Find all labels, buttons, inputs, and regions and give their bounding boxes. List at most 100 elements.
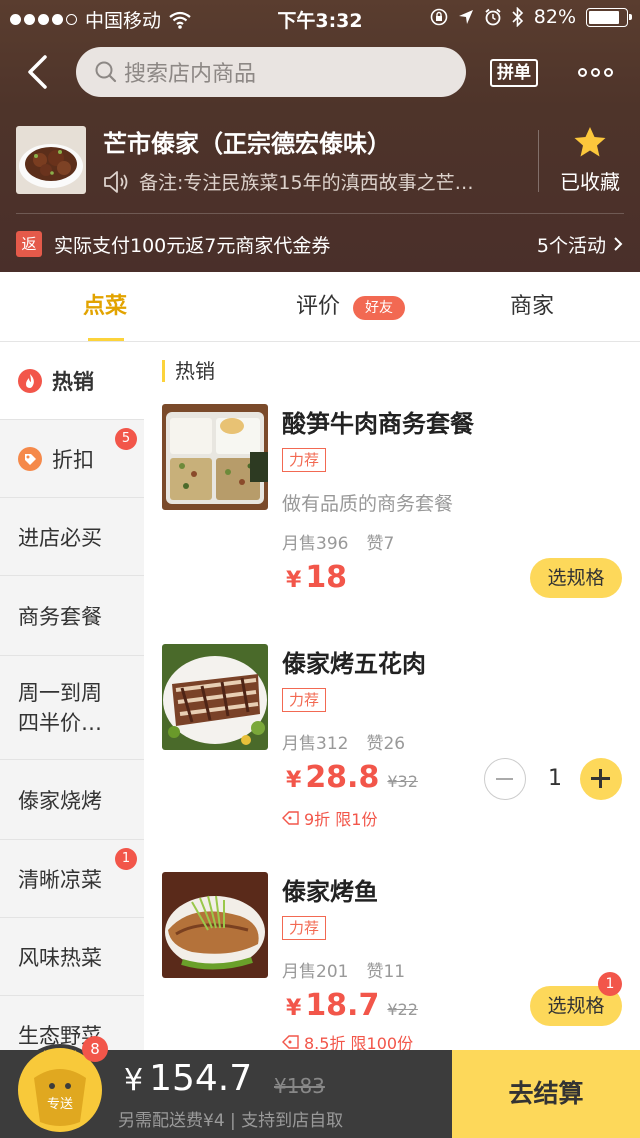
currency-symbol: ¥ (286, 996, 302, 1021)
active-tab-indicator (88, 338, 124, 341)
dish-price: ¥28.8 ¥32 (286, 760, 418, 795)
sidebar-item-must-buy[interactable]: 进店必买 (0, 498, 144, 576)
flame-icon (18, 368, 42, 393)
cart-total: ¥154.7 (124, 1058, 252, 1099)
chevron-right-icon (614, 237, 623, 251)
store-name: 芒市傣家（正宗德宏傣味） (103, 130, 391, 158)
recommend-tag: 力荐 (282, 448, 327, 472)
dish-stats: 月售312 赞26 (282, 729, 405, 754)
promo-activities-row[interactable]: 返 实际支付100元返7元商家代金券 5个活动 (16, 228, 624, 260)
sidebar-item-label: 商务套餐 (18, 604, 102, 629)
chevron-left-icon (28, 55, 47, 89)
price-tag-icon (282, 1035, 299, 1049)
dish-stats: 月售396 赞7 (282, 529, 394, 554)
dish-price: ¥18 (286, 560, 347, 595)
decrease-quantity-button[interactable] (484, 758, 526, 800)
discount-text: 8.5折 限100份 (304, 1034, 414, 1050)
favorite-button[interactable]: 已收藏 (552, 126, 628, 196)
sidebar-item-label: 清晰凉菜 (18, 867, 102, 892)
tab-merchant[interactable]: 商家 (510, 272, 554, 342)
discount-info: 8.5折 限100份 (282, 1030, 413, 1050)
quantity-value: 1 (548, 766, 562, 791)
category-count-badge: 5 (115, 428, 137, 450)
search-input[interactable]: 搜索店内商品 (76, 47, 466, 97)
tab-review[interactable]: 评价 (296, 272, 340, 342)
choose-spec-button[interactable]: 选规格 (530, 558, 622, 598)
sidebar-item-half-price[interactable]: 周一到周四半价… (0, 656, 144, 760)
dish-name: 酸笋牛肉商务套餐 (282, 410, 474, 438)
sidebar-item-bbq[interactable]: 傣家烧烤 (0, 760, 144, 840)
sidebar-item-label: 傣家烧烤 (18, 788, 102, 813)
dish-item[interactable]: 傣家烤五花肉 力荐 月售312 赞26 ¥28.8 ¥32 9折 限1份 1 (144, 644, 640, 844)
dish-image (162, 644, 268, 750)
star-icon (574, 127, 606, 157)
sidebar-item-cold-dishes[interactable]: 清晰凉菜 1 (0, 840, 144, 918)
divider (538, 130, 539, 192)
dish-list: 热销 酸笋牛肉商务套餐 力荐 做有品质的商务套餐 月售396 赞7 ¥ 18 选… (144, 342, 640, 1050)
discount-text: 9折 限1份 (304, 810, 378, 829)
rebate-badge: 返 (16, 231, 42, 257)
tab-bar: 点菜 评价 商家 (0, 272, 640, 342)
store-announcement[interactable]: 备注:专注民族菜15年的滇西故事之芒… (103, 168, 503, 195)
rotation-lock-icon (430, 8, 448, 26)
more-dot-icon (578, 68, 587, 77)
price-value: 28.8 (305, 760, 380, 795)
original-price: ¥32 (387, 772, 418, 791)
tab-order[interactable]: 点菜 (83, 272, 127, 342)
search-placeholder: 搜索店内商品 (124, 62, 257, 87)
battery-percent: 82% (533, 6, 576, 28)
alarm-icon (485, 8, 501, 26)
dish-stats: 月售201 赞11 (282, 957, 405, 982)
more-options-button[interactable] (578, 68, 613, 77)
sidebar-item-business-set[interactable]: 商务套餐 (0, 576, 144, 656)
speaker-icon (104, 170, 128, 193)
currency-symbol: ¥ (286, 768, 302, 793)
cart-total-value: 154.7 (149, 1058, 253, 1099)
discount-info: 9折 限1份 (282, 806, 377, 830)
dish-image (162, 404, 268, 510)
dish-image (162, 872, 268, 978)
sidebar-item-label: 折扣 (52, 447, 94, 472)
monthly-sales: 月售396 (282, 534, 349, 554)
increase-quantity-button[interactable] (580, 758, 622, 800)
favorite-label: 已收藏 (560, 170, 620, 194)
location-arrow-icon (458, 10, 473, 24)
bluetooth-icon (512, 7, 523, 27)
delivery-fee-note: 另需配送费¥4 | 支持到店自取 (118, 1111, 344, 1131)
dish-price: ¥18.7 ¥22 (286, 988, 418, 1023)
activities-count: 5个活动 (536, 234, 606, 257)
dish-item[interactable]: 傣家烤鱼 力荐 月售201 赞11 ¥18.7 ¥22 8.5折 限100份 选规格… (144, 872, 640, 1050)
group-order-button[interactable]: 拼单 (490, 59, 538, 87)
recommend-tag: 力荐 (282, 916, 327, 940)
dish-name: 傣家烤鱼 (282, 878, 378, 906)
spec-count-badge: 1 (598, 972, 622, 996)
checkout-button[interactable]: 去结算 (452, 1050, 640, 1138)
sidebar-item-label: 热销 (52, 369, 94, 394)
cart-bar: 专送 8 ¥154.7 ¥183 另需配送费¥4 | 支持到店自取 去结算 (0, 1036, 640, 1138)
divider (16, 213, 624, 214)
original-price: ¥22 (387, 1000, 418, 1019)
sidebar-item-hot[interactable]: 热销 (0, 342, 144, 420)
recommend-tag: 力荐 (282, 688, 327, 712)
store-logo-image (16, 126, 86, 194)
price-value: 18 (305, 560, 348, 595)
cart-original-total: ¥183 (274, 1074, 325, 1098)
like-count: 赞11 (366, 962, 406, 982)
battery-icon (586, 7, 632, 27)
sidebar-item-label: 周一到周四半价… (18, 680, 102, 735)
price-tag-icon (282, 811, 299, 825)
sidebar-item-discount[interactable]: 折扣 5 (0, 420, 144, 498)
sidebar-item-hot-dishes[interactable]: 风味热菜 (0, 918, 144, 996)
price-value: 18.7 (305, 988, 380, 1023)
more-dot-icon (604, 68, 613, 77)
section-title: 热销 (162, 360, 215, 382)
sidebar-item-label: 进店必买 (18, 525, 102, 550)
store-logo[interactable] (16, 126, 86, 194)
dish-description: 做有品质的商务套餐 (282, 493, 454, 515)
dish-item[interactable]: 酸笋牛肉商务套餐 力荐 做有品质的商务套餐 月售396 赞7 ¥18 选规格 (144, 404, 640, 604)
currency-symbol: ¥ (124, 1063, 144, 1098)
like-count: 赞26 (366, 734, 406, 754)
discount-tag-icon (18, 446, 42, 471)
back-button[interactable] (20, 52, 60, 92)
status-bar: 中国移动 下午3:32 82% (0, 0, 640, 36)
